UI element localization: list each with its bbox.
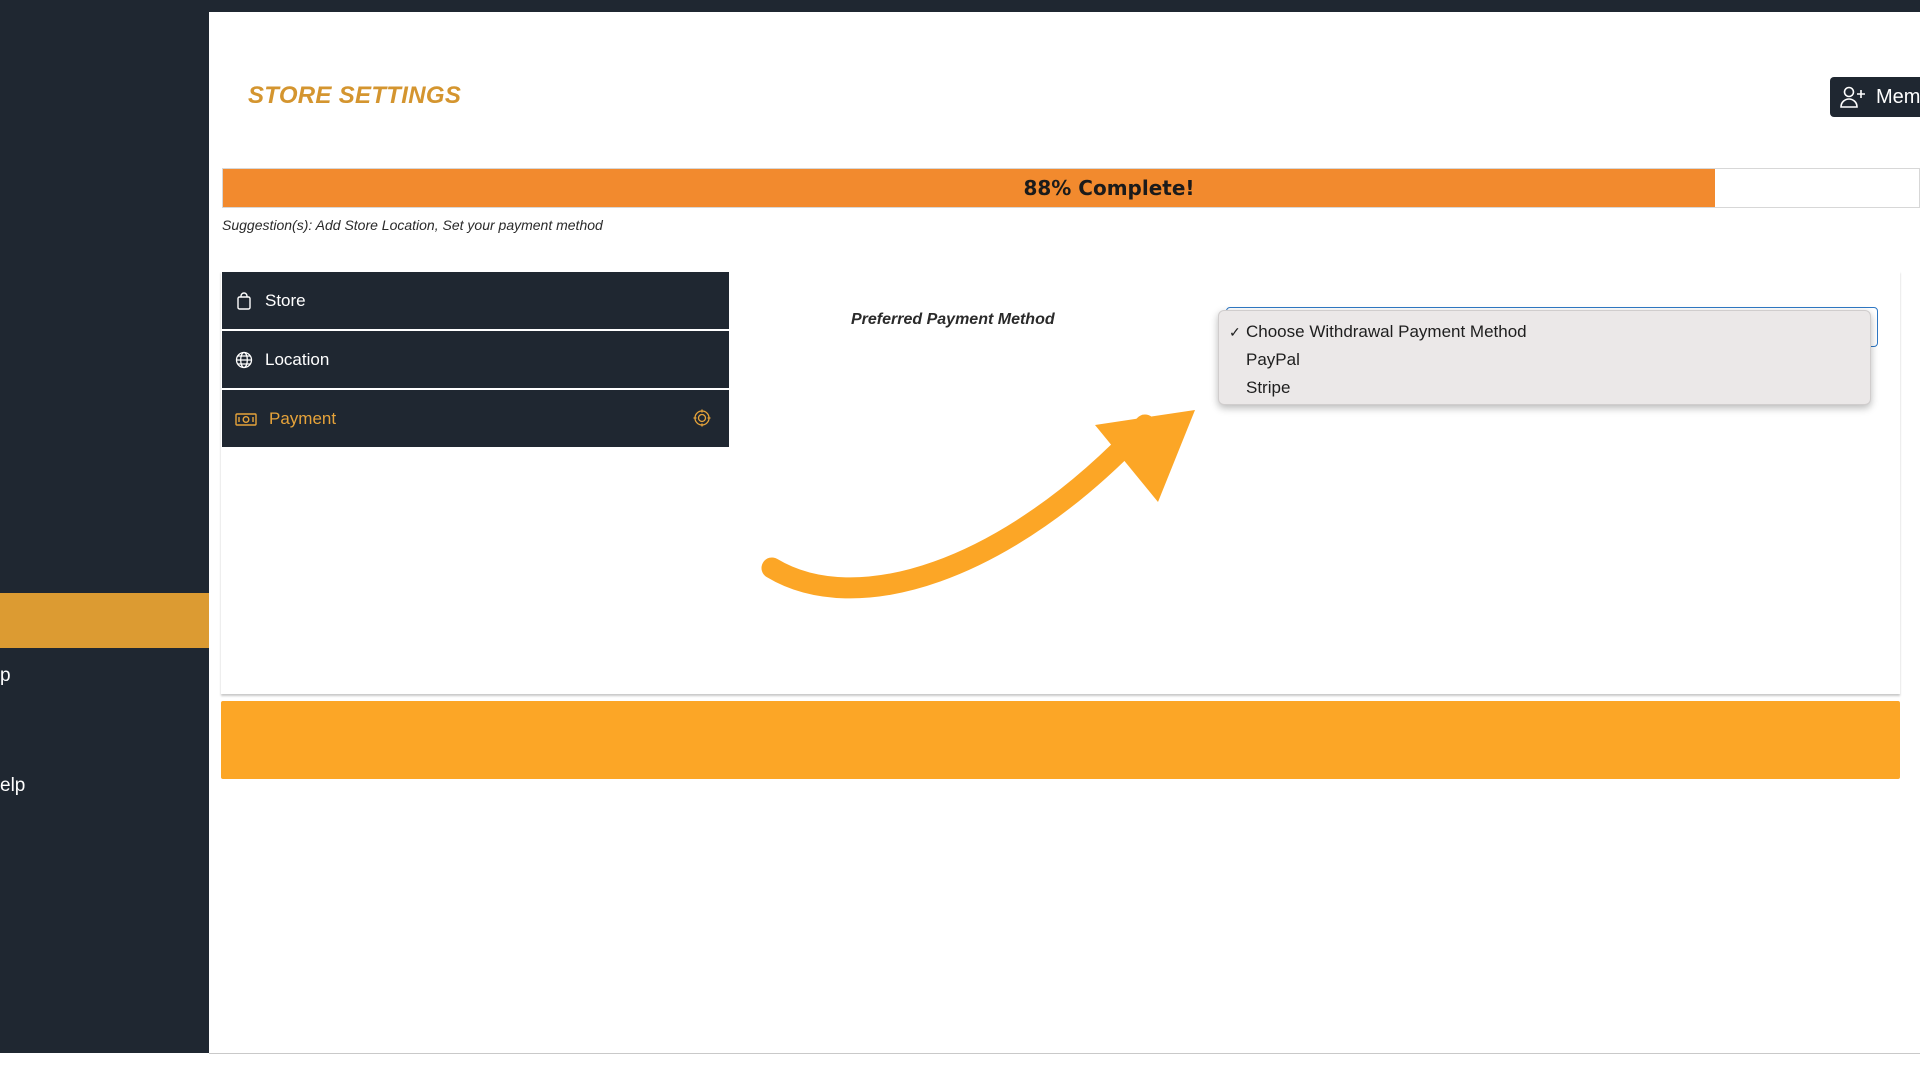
settings-menu: Store Location Payment — [222, 272, 729, 449]
dropdown-option[interactable]: ✓ Choose Withdrawal Payment Method — [1219, 318, 1870, 346]
menu-item-label: Location — [265, 349, 330, 369]
dropdown-option[interactable]: PayPal — [1219, 346, 1870, 374]
top-bar — [0, 0, 1920, 12]
sidebar — [0, 12, 209, 1053]
submit-bar[interactable] — [221, 701, 1900, 779]
page-title: STORE SETTINGS — [248, 82, 462, 109]
progress-label: 88% Complete! — [1023, 176, 1195, 200]
menu-item-payment[interactable]: Payment — [222, 390, 729, 447]
menu-item-store[interactable]: Store — [222, 272, 729, 329]
suggestion-text: Suggestion(s): Add Store Location, Set y… — [222, 217, 603, 233]
add-member-button[interactable]: Mem — [1830, 77, 1920, 117]
option-label: Stripe — [1246, 378, 1291, 397]
add-user-icon — [1840, 86, 1865, 108]
progress-bar: 88% Complete! — [222, 168, 1920, 208]
money-icon — [235, 410, 257, 428]
checkmark-icon: ✓ — [1229, 324, 1241, 340]
shopping-bag-icon — [235, 291, 253, 310]
sidebar-item-label[interactable]: elp — [0, 775, 25, 797]
menu-item-label: Store — [265, 290, 306, 310]
globe-icon — [235, 351, 253, 369]
menu-item-label: Payment — [269, 408, 337, 428]
sidebar-active-item[interactable] — [0, 593, 209, 648]
option-label: PayPal — [1246, 350, 1300, 369]
dropdown-option[interactable]: Stripe — [1219, 374, 1870, 402]
menu-item-location[interactable]: Location — [222, 331, 729, 388]
target-icon — [693, 409, 711, 427]
payment-method-dropdown: ✓ Choose Withdrawal Payment Method PayPa… — [1218, 310, 1871, 405]
add-member-label: Mem — [1876, 85, 1920, 108]
option-label: Choose Withdrawal Payment Method — [1246, 322, 1527, 341]
sidebar-item-label[interactable]: p — [0, 665, 11, 687]
annotation-arrow-icon — [761, 410, 1195, 599]
preferred-payment-label: Preferred Payment Method — [851, 311, 1055, 328]
footer-divider — [209, 1053, 1920, 1054]
